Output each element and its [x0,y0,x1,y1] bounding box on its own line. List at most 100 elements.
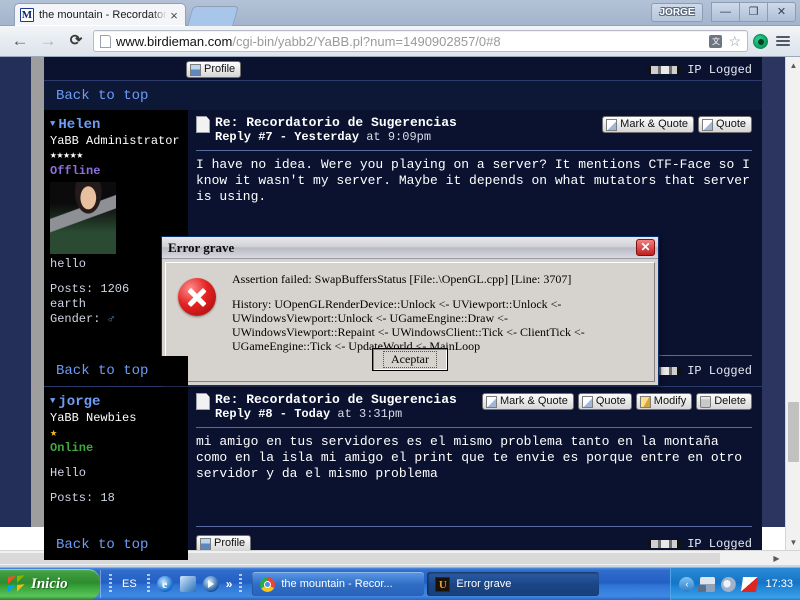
post-reply-meta: Reply #8 - Today at 3:31pm [215,407,457,422]
show-hidden-icons-icon[interactable]: ‹ [679,576,695,592]
mark-and-quote-button[interactable]: Mark & Quote [481,393,574,410]
windows-logo-icon [8,575,25,593]
drag-handle[interactable] [146,574,150,594]
messenger-icon[interactable] [179,576,196,592]
start-button[interactable]: Inicio [0,568,100,600]
post-body-column: Re: Recordatorio de Sugerencias Reply #8… [188,387,762,556]
ip-logged-bottom: IP Logged [647,537,752,551]
quote-icon [606,118,618,131]
user-profile-button[interactable]: JORGE [651,2,703,22]
taskbar-item-label: the mountain - Recor... [281,578,393,590]
post-header: Re: Recordatorio de Sugerencias Reply #7… [196,115,752,145]
restore-button[interactable]: ❐ [739,2,768,22]
trash-icon [700,395,712,408]
profile-button-top[interactable]: Profile [186,61,242,78]
taskbar-item-error-grave[interactable]: U Error grave [427,572,600,596]
back-to-top-row-bottom: Back to top [44,530,188,560]
avatar [50,182,116,254]
post-document-icon [196,393,210,410]
translate-icon[interactable]: 文 [709,34,723,48]
new-tab-button[interactable] [187,6,239,26]
author-status: Offline [50,164,101,178]
bookmark-star-icon[interactable]: ☆ [728,34,741,48]
omnibox-icons: 文 ☆ [709,34,743,48]
dialog-title-bar[interactable]: Error grave ✕ [162,237,658,259]
chevron-down-icon: ▼ [50,119,56,129]
forward-icon[interactable]: → [34,31,62,51]
system-tray: ‹ 17:33 [670,567,800,600]
window-controls: JORGE — ❐ ✕ [651,2,796,22]
author-stars: ★★★★★ [50,150,84,162]
taskbar-item-chrome[interactable]: the mountain - Recor... [252,572,425,596]
quote-icon [485,395,497,408]
error-icon [178,278,216,316]
quote-icon [581,395,593,408]
author-status: Online [50,441,94,455]
browser-tab[interactable]: M the mountain - Recordatorio × [14,3,186,26]
media-player-icon[interactable] [202,576,219,592]
delete-button[interactable]: Delete [696,393,752,410]
minimize-button[interactable]: — [711,2,740,22]
internet-explorer-icon[interactable]: e [156,576,173,592]
back-to-top-link-mid[interactable]: Back to top [56,363,148,379]
reload-icon[interactable]: ⟳ [62,31,90,51]
drag-handle[interactable] [239,574,243,594]
author-name-jorge[interactable]: ▼ jorge [50,393,188,410]
post-reply-meta: Reply #7 - Yesterday at 9:09pm [215,130,457,145]
quote-button[interactable]: Quote [698,116,752,133]
reply-number: Reply #8 - Today [215,407,331,421]
back-icon[interactable]: ← [6,31,34,51]
task-buttons: the mountain - Recor... U Error grave [252,572,670,596]
taskbar-clock[interactable]: 17:33 [763,576,793,592]
profile-button-label: Profile [214,537,246,549]
quick-launch-overflow-icon[interactable]: » [226,577,233,591]
dialog-close-icon[interactable]: ✕ [636,239,655,256]
tab-title: the mountain - Recordatorio [39,9,167,21]
divider [196,150,752,151]
extension-icon[interactable] [753,33,768,49]
drag-handle[interactable] [109,574,112,594]
tab-close-icon[interactable]: × [167,9,181,22]
author-name-helen[interactable]: ▼ Helen [50,116,188,133]
chrome-menu-icon[interactable] [776,36,790,46]
plug-icon [647,65,682,74]
language-indicator[interactable]: ES [119,576,140,592]
author-post-count: Posts: 18 [50,491,115,505]
dialog-body: Assertion failed: SwapBuffersStatus [Fil… [165,262,655,382]
assertion-text: Assertion failed: SwapBuffersStatus [Fil… [232,272,572,286]
close-button[interactable]: ✕ [767,2,796,22]
page-vertical-scrollbar[interactable]: ▲ ▼ [785,57,800,550]
screen: M the mountain - Recordatorio × JORGE — … [0,0,800,600]
ip-logged-mid: IP Logged [647,364,752,378]
vertical-scroll-thumb[interactable] [788,402,799,462]
ip-logged-label: IP Logged [687,62,752,77]
scroll-down-icon[interactable]: ▼ [786,534,800,550]
windows-taskbar: Inicio ES e » the mountain - Recor... U … [0,567,800,600]
quote-icon [702,118,714,131]
volume-icon[interactable] [721,576,737,592]
post-subject: Re: Recordatorio de Sugerencias [215,392,457,407]
divider [196,427,752,428]
back-to-top-link-top[interactable]: Back to top [56,88,148,104]
antivirus-icon[interactable] [741,576,759,592]
ip-logged-top: IP Logged [647,63,752,77]
modify-button[interactable]: Modify [635,393,693,410]
scroll-up-icon[interactable]: ▲ [786,57,800,73]
url-text: www.birdieman.com/cgi-bin/yabb2/YaBB.pl?… [116,34,501,49]
browser-toolbar: ← → ⟳ www.birdieman.com/cgi-bin/yabb2/Ya… [0,26,800,57]
taskbar-item-label: Error grave [456,578,512,590]
accept-button[interactable]: Aceptar [372,348,448,371]
chrome-icon [260,576,276,592]
network-icon[interactable] [698,576,716,592]
page-info-icon[interactable] [100,34,111,48]
quote-button[interactable]: Quote [577,393,632,410]
author-rank: YaBB Administrator [50,134,180,148]
address-bar[interactable]: www.birdieman.com/cgi-bin/yabb2/YaBB.pl?… [93,30,748,52]
scroll-right-icon[interactable]: ▶ [769,551,784,565]
tab-favicon: M [20,8,34,22]
back-to-top-link-bottom[interactable]: Back to top [56,537,148,553]
dialog-title: Error grave [168,239,235,255]
mark-and-quote-button[interactable]: Mark & Quote [602,116,695,133]
reply-time: at 9:09pm [366,130,432,144]
quick-launch-bar: ES e » [100,570,248,598]
